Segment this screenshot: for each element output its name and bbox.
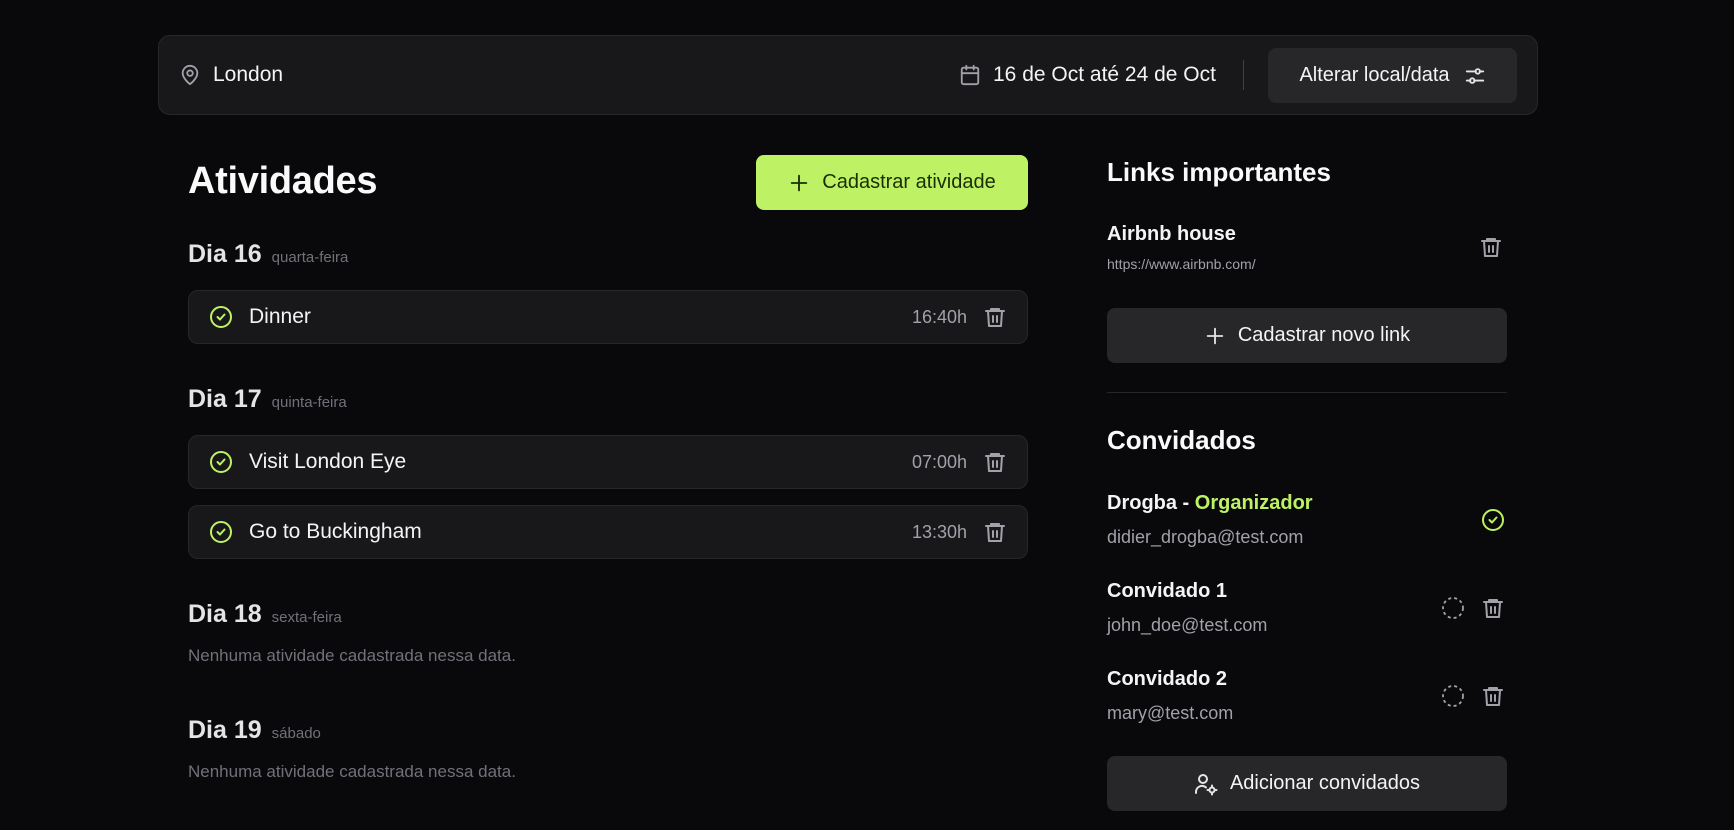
guest-email: didier_drogba@test.com xyxy=(1107,527,1304,547)
trash-icon[interactable] xyxy=(1481,684,1505,708)
settings-sliders-icon xyxy=(1464,65,1486,87)
day-weekday: sexta-feira xyxy=(271,609,342,626)
pending-circle-icon xyxy=(1441,684,1465,708)
change-location-date-label: Alterar local/data xyxy=(1299,64,1450,86)
guest-name: Drogba xyxy=(1107,492,1177,514)
location-text: London xyxy=(213,63,284,86)
activity-title: Go to Buckingham xyxy=(249,520,422,543)
activity-item[interactable]: Visit London Eye 07:00h xyxy=(188,435,1028,489)
day-weekday: sábado xyxy=(271,725,321,742)
guest-item: Convidado 1 john_doe@test.com xyxy=(1107,580,1507,650)
link-item: Airbnb house https://www.airbnb.com/ xyxy=(1107,223,1507,272)
links-section-title-wrap: Links importantes xyxy=(1107,157,1507,188)
check-circle-icon xyxy=(209,305,233,329)
plus-icon xyxy=(1204,325,1226,347)
calendar-icon xyxy=(959,63,981,87)
day-weekday: quinta-feira xyxy=(271,394,347,411)
link-title: Airbnb house xyxy=(1107,223,1236,245)
guests-title: Convidados xyxy=(1107,425,1256,455)
add-link-button[interactable]: Cadastrar novo link xyxy=(1107,308,1507,363)
add-guests-label: Adicionar convidados xyxy=(1229,772,1421,794)
activities-title: Atividades xyxy=(188,160,378,202)
guest-name-line: Drogba - Organizador xyxy=(1107,492,1507,515)
date-range-display: 16 de Oct até 24 de Oct xyxy=(959,36,1216,114)
trash-icon[interactable] xyxy=(1479,235,1503,259)
link-url[interactable]: https://www.airbnb.com/ xyxy=(1107,256,1507,272)
guest-item: Drogba - Organizador didier_drogba@test.… xyxy=(1107,492,1507,562)
day-section: Dia 16 quarta-feira Dinner 16:40h xyxy=(188,240,1028,344)
trash-icon[interactable] xyxy=(983,450,1007,474)
add-guests-button[interactable]: Adicionar convidados xyxy=(1107,756,1507,811)
day-header: Dia 17 quinta-feira xyxy=(188,385,1028,419)
day-section: Dia 18 sexta-feira Nenhuma atividade cad… xyxy=(188,600,1028,666)
trash-icon[interactable] xyxy=(983,305,1007,329)
activity-item[interactable]: Go to Buckingham 13:30h xyxy=(188,505,1028,559)
check-circle-icon xyxy=(1481,508,1505,532)
plus-icon xyxy=(788,172,810,194)
change-location-date-button[interactable]: Alterar local/data xyxy=(1268,48,1517,103)
add-activity-label: Cadastrar atividade xyxy=(822,171,996,193)
guests-title-wrap: Convidados xyxy=(1107,425,1507,456)
day-section: Dia 19 sábado Nenhuma atividade cadastra… xyxy=(188,716,1028,782)
map-pin-icon xyxy=(179,63,201,87)
day-number: Dia 18 xyxy=(188,600,262,628)
add-link-label: Cadastrar novo link xyxy=(1237,324,1411,346)
day-number: Dia 19 xyxy=(188,716,262,744)
activity-item[interactable]: Dinner 16:40h xyxy=(188,290,1028,344)
check-circle-icon xyxy=(209,520,233,544)
day-number: Dia 16 xyxy=(188,240,262,268)
activity-time: 13:30h xyxy=(911,521,967,542)
add-activity-button[interactable]: Cadastrar atividade xyxy=(756,155,1028,210)
trash-icon[interactable] xyxy=(983,520,1007,544)
user-cog-icon xyxy=(1194,772,1218,796)
empty-day-message: Nenhuma atividade cadastrada nessa data. xyxy=(188,762,516,781)
pending-circle-icon xyxy=(1441,596,1465,620)
sidebar-divider xyxy=(1107,392,1507,393)
guest-separator: - xyxy=(1177,492,1195,514)
activity-time: 16:40h xyxy=(911,306,967,327)
location-display: London xyxy=(179,36,283,114)
day-weekday: quarta-feira xyxy=(271,249,349,266)
day-header: Dia 16 quarta-feira xyxy=(188,240,1028,274)
day-number: Dia 17 xyxy=(188,385,262,413)
day-section: Dia 17 quinta-feira Visit London Eye 07:… xyxy=(188,385,1028,559)
guest-item: Convidado 2 mary@test.com xyxy=(1107,668,1507,738)
organizer-badge: Organizador xyxy=(1194,492,1313,514)
trash-icon[interactable] xyxy=(1481,596,1505,620)
header-divider xyxy=(1243,60,1244,90)
day-header: Dia 19 sábado xyxy=(188,716,1028,750)
links-title: Links importantes xyxy=(1107,157,1331,187)
empty-day-message: Nenhuma atividade cadastrada nessa data. xyxy=(188,646,516,665)
trip-header: London 16 de Oct até 24 de Oct Alterar l… xyxy=(158,35,1538,115)
activity-title: Dinner xyxy=(249,305,311,328)
activity-time: 07:00h xyxy=(911,451,967,472)
activity-title: Visit London Eye xyxy=(249,450,407,473)
check-circle-icon xyxy=(209,450,233,474)
date-range-text: 16 de Oct até 24 de Oct xyxy=(993,63,1216,86)
day-header: Dia 18 sexta-feira xyxy=(188,600,1028,634)
